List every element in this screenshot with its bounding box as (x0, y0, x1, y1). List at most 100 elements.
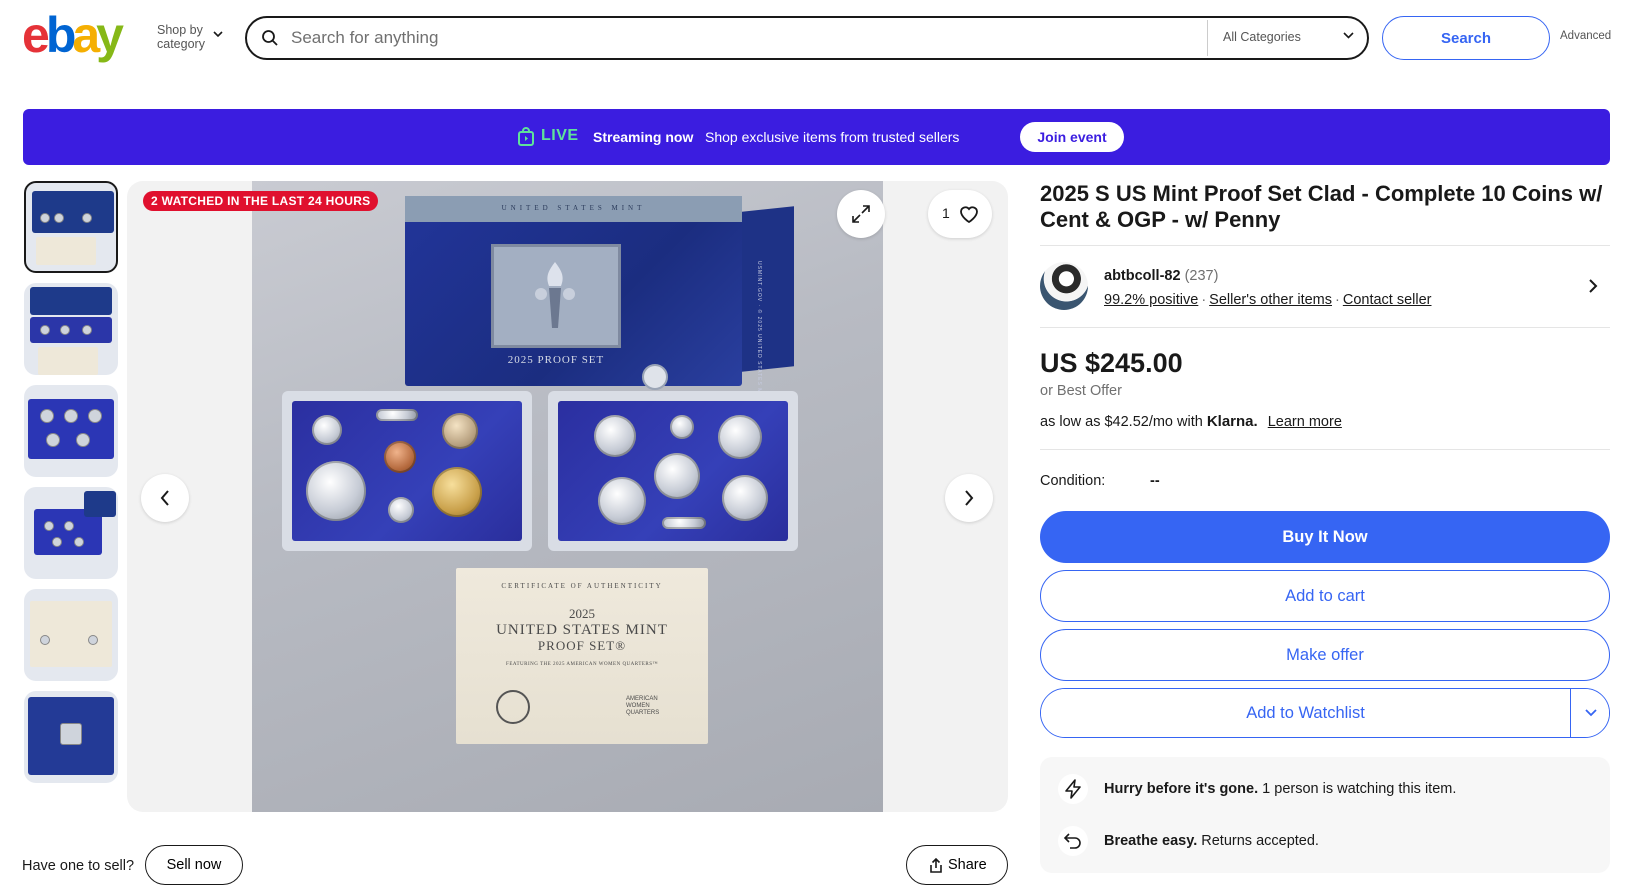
divider (1040, 327, 1610, 328)
streaming-label: Streaming now (593, 129, 694, 145)
chevron-right-icon[interactable] (1588, 278, 1598, 294)
live-event-banner: LIVE Streaming now Shop exclusive items … (23, 109, 1610, 165)
add-to-watchlist-button[interactable]: Add to Watchlist (1041, 689, 1571, 737)
sell-prompt: Have one to sell? (22, 858, 135, 874)
watchlist-split-button: Add to Watchlist (1040, 688, 1610, 738)
cert-awq-logo: AMERICAN WOMEN QUARTERS (626, 696, 660, 716)
chevron-down-icon[interactable] (1343, 32, 1354, 40)
cert-year: 2025 (569, 606, 595, 621)
logo-letter-b: b (45, 7, 76, 63)
shopping-bag-icon (518, 127, 534, 146)
returns-bold: Breathe easy. (1104, 833, 1198, 849)
cert-line1: UNITED STATES MINT (496, 622, 668, 638)
add-to-cart-button[interactable]: Add to cart (1040, 570, 1610, 622)
search-button[interactable]: Search (1382, 16, 1550, 60)
seller-name[interactable]: abtbcoll-82 (1104, 268, 1181, 284)
thumbnail-1[interactable] (24, 181, 118, 273)
watch-heart-button[interactable]: 1 (928, 190, 992, 238)
hurry-message: Hurry before it's gone. 1 person is watc… (1104, 781, 1456, 797)
watch-count: 1 (942, 205, 950, 221)
klarna-text: as low as $42.52/mo with (1040, 414, 1203, 430)
seller-other-items-link[interactable]: Seller's other items (1209, 292, 1332, 308)
shop-by-category[interactable]: Shop by category (157, 23, 223, 51)
thumbnail-4[interactable] (24, 487, 118, 579)
urgency-info-box: Hurry before it's gone. 1 person is watc… (1040, 757, 1610, 873)
returns-message: Breathe easy. Returns accepted. (1104, 833, 1319, 849)
live-label: LIVE (541, 127, 579, 144)
chevron-down-icon (213, 31, 223, 38)
logo-letter-y: y (96, 7, 124, 63)
seller-info[interactable]: abtbcoll-82 (237) (1104, 268, 1218, 284)
return-arrow-icon (1063, 833, 1081, 849)
category-select[interactable]: All Categories (1223, 30, 1301, 44)
box-top-text: UNITED STATES MINT (501, 204, 646, 212)
box-side-text: USMINT.GOV · © 2025 UNITED STATES MINT (756, 261, 762, 405)
learn-more-link[interactable]: Learn more (1268, 414, 1342, 430)
certificate-of-authenticity: CERTIFICATE OF AUTHENTICITY 2025 UNITED … (456, 568, 708, 744)
join-event-button[interactable]: Join event (1020, 122, 1124, 152)
hurry-bold: Hurry before it's gone. (1104, 781, 1259, 797)
chevron-right-icon (965, 490, 974, 506)
watched-badge: 2 WATCHED IN THE LAST 24 HOURS (143, 191, 379, 211)
divider (1040, 449, 1610, 450)
klarna-logo: Klarna. (1206, 413, 1258, 430)
ebay-logo[interactable]: ebay (22, 7, 124, 63)
lightning-icon-wrap (1058, 774, 1088, 804)
lightning-icon (1065, 779, 1081, 799)
search-input[interactable] (291, 26, 1191, 50)
main-image-gallery[interactable]: UNITED STATES MINT 2025 PROOF SET USMINT… (127, 181, 1008, 812)
seller-avatar[interactable] (1040, 262, 1088, 310)
condition-label: Condition: (1040, 473, 1106, 489)
share-label: Share (948, 857, 987, 873)
chevron-left-icon (160, 490, 169, 506)
heart-icon (960, 206, 978, 224)
treasury-seal (496, 690, 530, 724)
thumbnail-5[interactable] (24, 589, 118, 681)
share-icon (930, 858, 942, 873)
mint-seal (642, 364, 668, 390)
cert-heading: CERTIFICATE OF AUTHENTICITY (501, 582, 663, 590)
thumbnail-6[interactable] (24, 691, 118, 783)
sell-now-button[interactable]: Sell now (145, 845, 243, 885)
next-image-button[interactable] (945, 474, 993, 522)
seller-feedback-count: (237) (1184, 268, 1219, 284)
item-price: US $245.00 (1040, 348, 1183, 378)
logo-letter-e: e (22, 7, 50, 63)
product-photo: UNITED STATES MINT 2025 PROOF SET USMINT… (252, 181, 883, 812)
shop-by-line2: category (157, 37, 205, 51)
thumbnail-3[interactable] (24, 385, 118, 477)
logo-letter-a: a (72, 7, 100, 63)
coin-case-left (282, 391, 532, 551)
buy-it-now-button[interactable]: Buy It Now (1040, 511, 1610, 563)
shop-by-line1: Shop by (157, 23, 203, 37)
chevron-down-icon (1585, 709, 1597, 717)
expand-image-button[interactable] (837, 190, 885, 238)
best-offer-note: or Best Offer (1040, 383, 1122, 399)
coin-case-right (548, 391, 798, 551)
watchlist-dropdown-button[interactable] (1572, 689, 1609, 737)
previous-image-button[interactable] (141, 474, 189, 522)
search-bar: All Categories (245, 16, 1369, 60)
search-icon (262, 30, 278, 46)
contact-seller-link[interactable]: Contact seller (1343, 292, 1432, 308)
expand-icon (852, 205, 870, 223)
seller-links: 99.2% positive · Seller's other items · Cont… (1104, 292, 1432, 308)
returns-text: Returns accepted. (1201, 833, 1319, 849)
proof-set-box: UNITED STATES MINT 2025 PROOF SET (405, 196, 742, 390)
share-button[interactable]: Share (906, 845, 1008, 885)
advanced-search-link[interactable]: Advanced (1560, 30, 1611, 42)
box-emblem-text: 2025 PROOF SET (507, 354, 605, 366)
listing-title: 2025 S US Mint Proof Set Clad - Complete… (1040, 181, 1603, 232)
return-icon-wrap (1058, 826, 1088, 856)
torch-emblem (535, 262, 575, 328)
thumbnail-2[interactable] (24, 283, 118, 375)
cert-line2: PROOF SET® (537, 638, 627, 653)
banner-description: Shop exclusive items from trusted seller… (705, 129, 960, 145)
condition-value: -- (1150, 473, 1160, 489)
search-divider (1207, 20, 1208, 56)
seller-feedback-link[interactable]: 99.2% positive (1104, 292, 1198, 308)
make-offer-button[interactable]: Make offer (1040, 629, 1610, 681)
hurry-text: 1 person is watching this item. (1262, 781, 1457, 797)
divider (1040, 245, 1610, 246)
cert-subline: FEATURING THE 2025 AMERICAN WOMEN QUARTE… (506, 662, 658, 667)
